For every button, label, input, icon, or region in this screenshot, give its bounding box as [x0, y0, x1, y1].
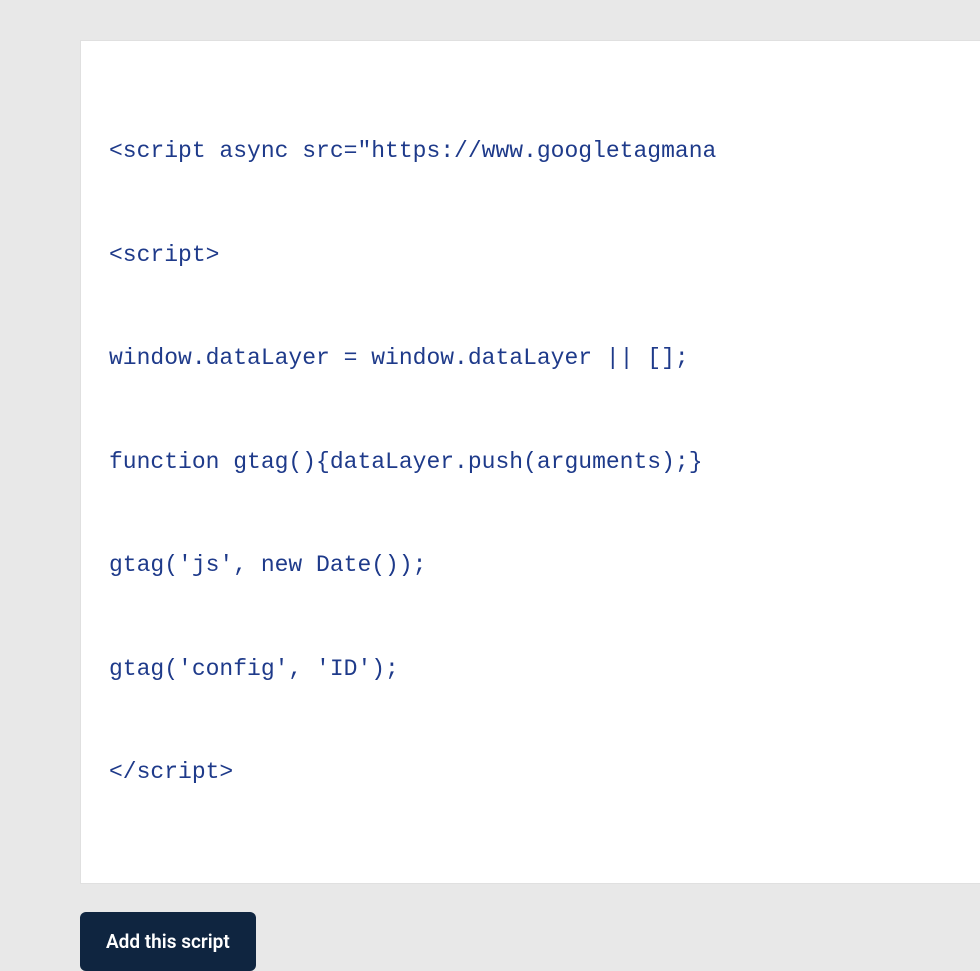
code-line: function gtag(){dataLayer.push(arguments… [109, 445, 952, 480]
code-line: gtag('js', new Date()); [109, 548, 952, 583]
action-row: Add this script [80, 912, 980, 971]
code-line: window.dataLayer = window.dataLayer || [… [109, 341, 952, 376]
code-line: <script async src="https://www.googletag… [109, 134, 952, 169]
add-script-button[interactable]: Add this script [80, 912, 256, 971]
code-content[interactable]: <script async src="https://www.googletag… [109, 65, 952, 859]
code-line: <script> [109, 238, 952, 273]
code-snippet-box: <script async src="https://www.googletag… [80, 40, 980, 884]
code-line: </script> [109, 755, 952, 790]
code-line: gtag('config', 'ID'); [109, 652, 952, 687]
